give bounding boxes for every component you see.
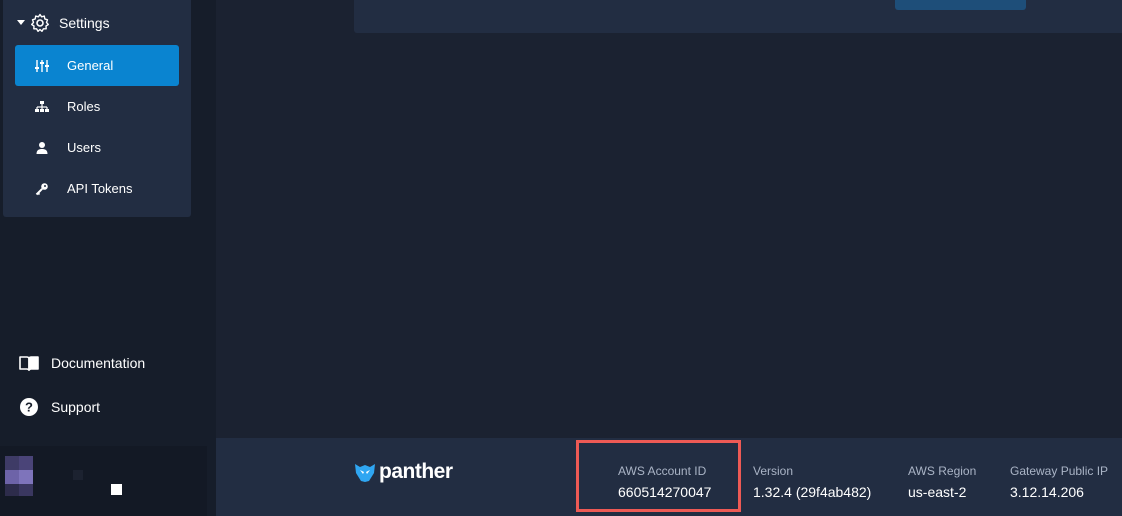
highlight-box: [576, 440, 741, 512]
support-label: Support: [51, 399, 101, 415]
settings-toggle[interactable]: Settings: [3, 0, 191, 45]
hierarchy-icon: [35, 100, 49, 114]
gateway-ip-value: 3.12.14.206: [1010, 484, 1084, 500]
user-icon: [35, 141, 49, 155]
aws-region-label: AWS Region: [908, 464, 977, 478]
version-value: 1.32.4 (29f4ab482): [753, 484, 872, 500]
svg-text:?: ?: [25, 400, 33, 415]
sliders-icon: [35, 59, 49, 73]
aws-region-value: us-east-2: [908, 484, 967, 500]
caret-down-icon: [17, 20, 25, 25]
documentation-label: Documentation: [51, 355, 146, 371]
version-block: Version 1.32.4 (29f4ab482): [753, 464, 871, 500]
panther-head-icon: [354, 461, 376, 483]
version-label: Version: [753, 464, 794, 478]
logo-text: panther: [379, 460, 453, 483]
book-icon: [19, 353, 39, 373]
key-icon: [35, 182, 49, 196]
support-link[interactable]: ? Support: [19, 395, 100, 419]
sidebar: Settings General Roles Users API Tokens …: [0, 0, 216, 516]
documentation-link[interactable]: Documentation: [19, 351, 145, 375]
aws-region-block: AWS Region us-east-2: [908, 464, 976, 500]
sidebar-item-label: API Tokens: [67, 181, 133, 196]
settings-label: Settings: [59, 14, 110, 31]
settings-section: Settings General Roles Users API Tokens: [3, 0, 191, 217]
sidebar-item-label: Users: [67, 140, 101, 155]
gateway-ip-block: Gateway Public IP 3.12.14.206: [1010, 464, 1108, 500]
gateway-ip-label: Gateway Public IP: [1010, 464, 1109, 478]
sidebar-item-users[interactable]: Users: [15, 127, 179, 168]
content-card: [354, 0, 1122, 33]
gear-icon: [30, 13, 50, 33]
avatar[interactable]: [5, 456, 122, 498]
sidebar-item-label: Roles: [67, 99, 101, 114]
sidebar-item-roles[interactable]: Roles: [15, 86, 179, 127]
help-circle-icon: ?: [19, 397, 39, 417]
panther-logo: panther: [354, 460, 453, 484]
card-action-button[interactable]: [895, 0, 1026, 10]
sidebar-item-label: General: [67, 58, 114, 73]
sidebar-item-general[interactable]: General: [15, 45, 179, 86]
sidebar-item-api-tokens[interactable]: API Tokens: [15, 168, 179, 209]
